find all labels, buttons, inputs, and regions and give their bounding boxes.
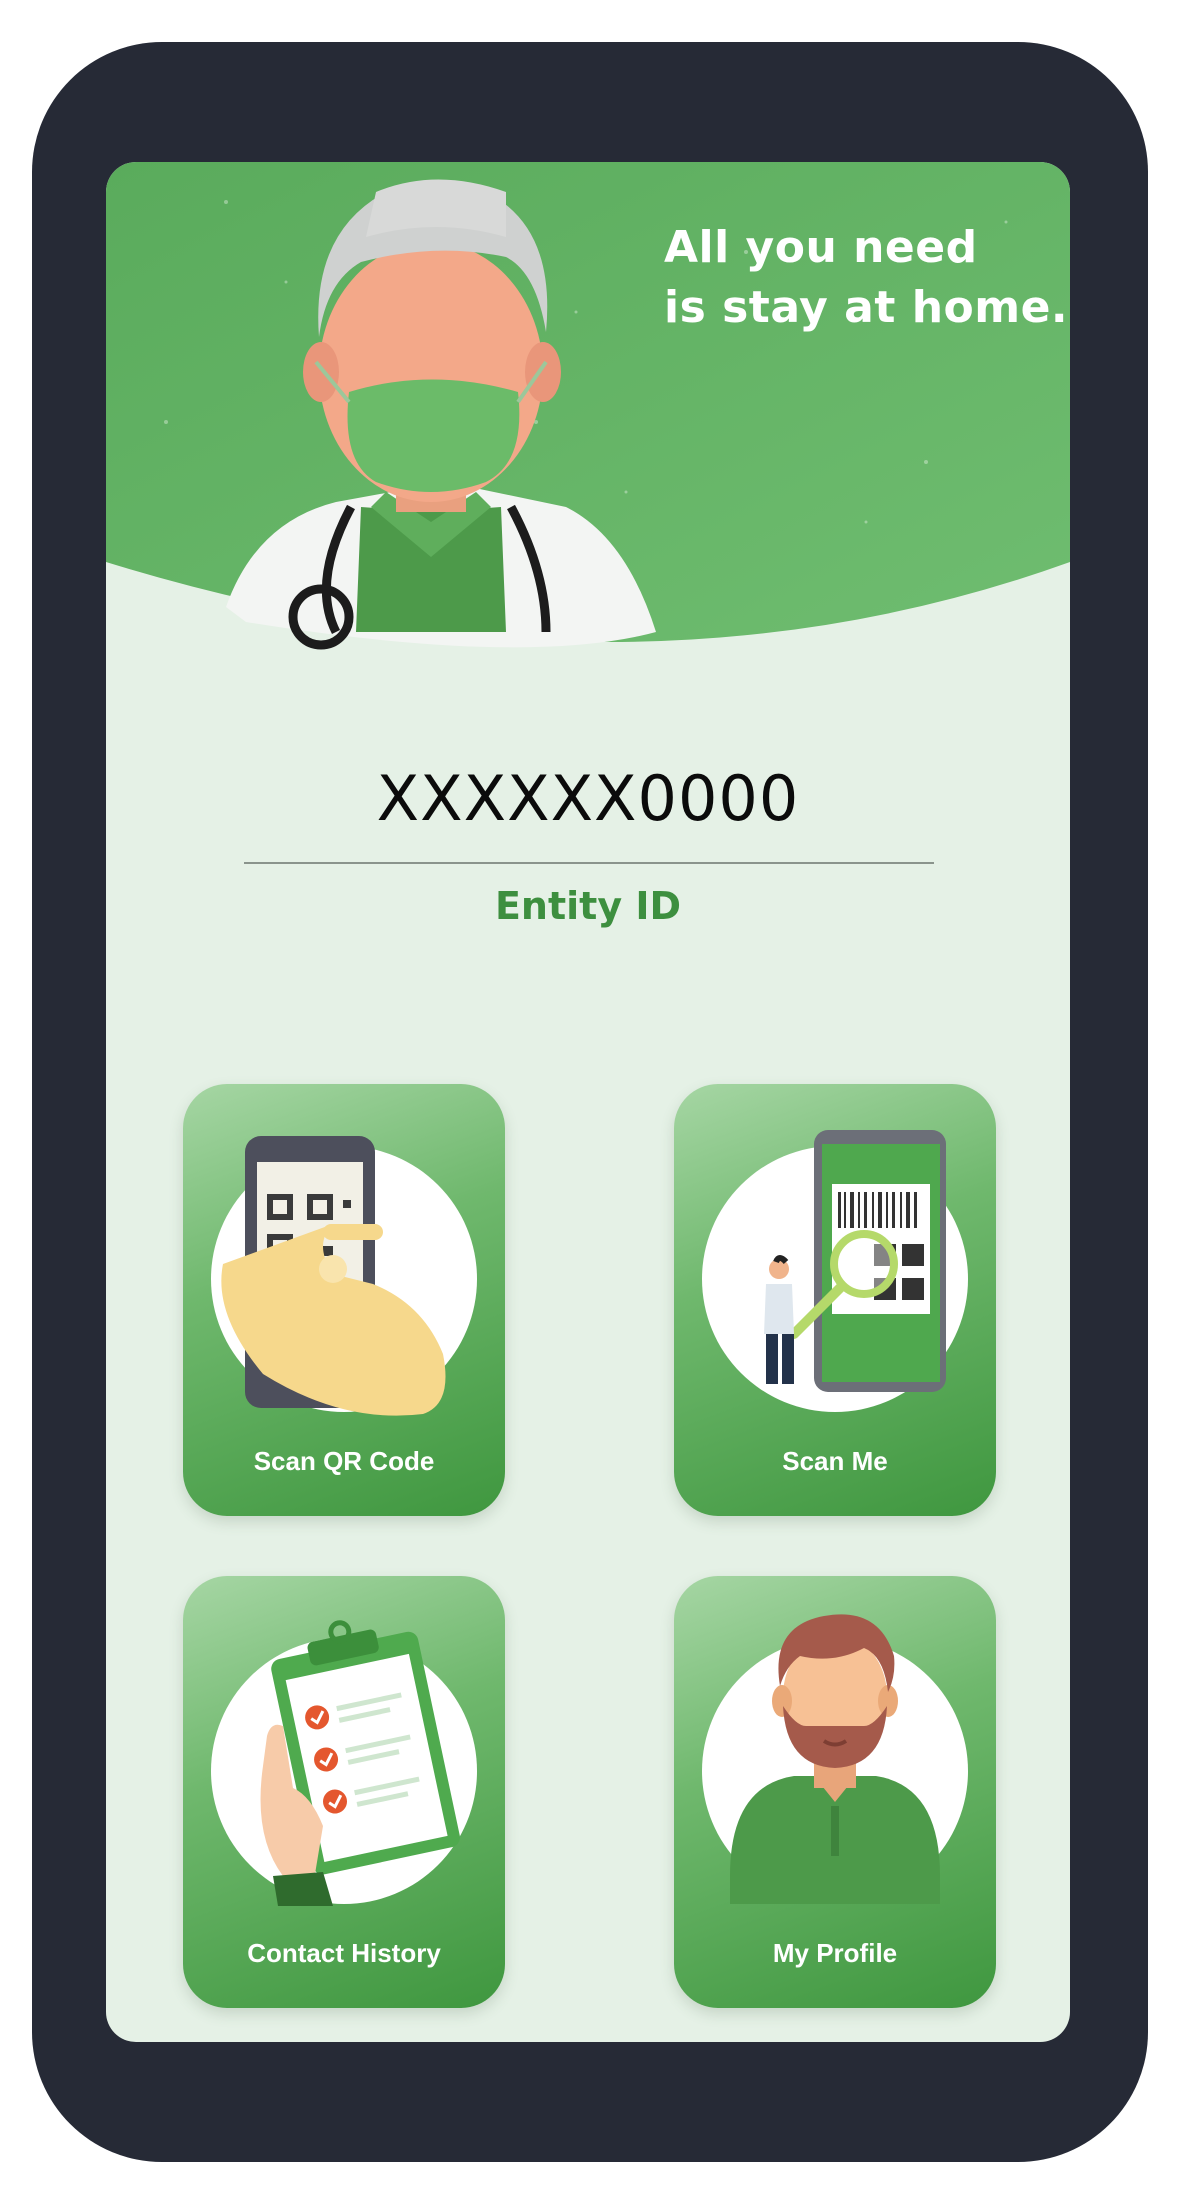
scan-qr-code-button[interactable]: Scan QR Code — [183, 1084, 505, 1516]
contact-history-icon — [260, 1620, 460, 1906]
profile-icon — [730, 1614, 940, 1904]
tagline-line-1: All you need — [664, 222, 978, 273]
card-label: Contact History — [247, 1938, 441, 1968]
hero-banner: All you need is stay at home. — [106, 162, 1070, 662]
hero-tagline: All you need is stay at home. — [664, 218, 1068, 338]
card-label: Scan Me — [782, 1446, 888, 1476]
contact-history-button[interactable]: Contact History — [183, 1576, 505, 2008]
scan-me-icon — [764, 1130, 946, 1392]
entity-id-label: Entity ID — [494, 884, 682, 928]
app-screen: All you need is stay at home. XXXXXX0000… — [106, 162, 1070, 2042]
entity-divider — [244, 862, 934, 864]
tagline-line-2: is stay at home. — [664, 282, 1069, 333]
card-label: Scan QR Code — [253, 1446, 435, 1476]
entity-id-value: XXXXXX0000 — [376, 762, 800, 835]
my-profile-button[interactable]: My Profile — [674, 1576, 996, 2008]
card-label: My Profile — [772, 1938, 898, 1968]
scan-me-button[interactable]: Scan Me — [674, 1084, 996, 1516]
scan-qr-icon — [221, 1136, 446, 1416]
